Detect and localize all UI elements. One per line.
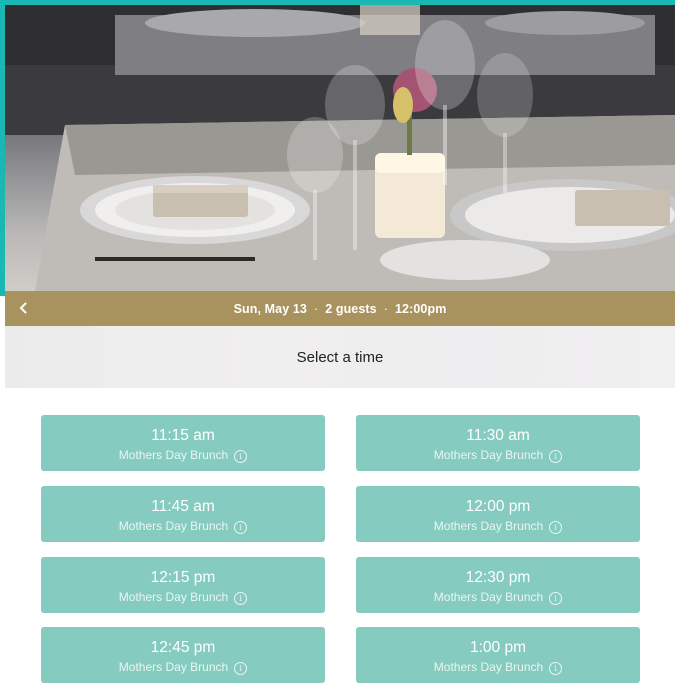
slot-label-row: Mothers Day Brunch i — [356, 660, 640, 675]
info-icon[interactable]: i — [549, 450, 563, 463]
slot-label-row: Mothers Day Brunch i — [356, 590, 640, 605]
slot-label-row: Mothers Day Brunch i — [41, 590, 325, 605]
slot-label: Mothers Day Brunch — [433, 660, 544, 674]
booking-guests: 2 guests — [325, 301, 377, 316]
slot-label-row: Mothers Day Brunch i — [356, 519, 640, 534]
page-title: Select a time — [296, 348, 384, 366]
slot-label-row: Mothers Day Brunch i — [41, 660, 325, 675]
slot-label: Mothers Day Brunch — [118, 660, 229, 674]
time-slot-button[interactable]: 12:00 pm Mothers Day Brunch i — [356, 486, 640, 542]
table-setting-illustration — [5, 5, 675, 291]
time-slot-button[interactable]: 12:30 pm Mothers Day Brunch i — [356, 557, 640, 613]
time-slot-button[interactable]: 11:15 am Mothers Day Brunch i — [41, 415, 325, 471]
info-icon[interactable]: i — [549, 662, 563, 675]
info-icon[interactable]: i — [234, 592, 248, 605]
time-slot-grid: 11:15 am Mothers Day Brunch i 11:30 am Mo… — [0, 388, 675, 699]
slot-time: 12:00 pm — [465, 498, 531, 515]
slot-time: 11:15 am — [151, 427, 215, 444]
slot-time: 12:15 pm — [150, 569, 216, 586]
slot-label: Mothers Day Brunch — [118, 590, 229, 604]
info-icon[interactable]: i — [234, 521, 248, 534]
info-icon[interactable]: i — [549, 521, 563, 534]
time-slot-button[interactable]: 11:30 am Mothers Day Brunch i — [356, 415, 640, 471]
slot-label: Mothers Day Brunch — [433, 448, 544, 462]
slot-label-row: Mothers Day Brunch i — [41, 448, 325, 463]
booking-time: 12:00pm — [394, 301, 447, 316]
chevron-left-icon — [19, 302, 27, 314]
slot-time: 1:00 pm — [469, 639, 526, 656]
booking-summary-bar: Sun, May 13 · 2 guests · 12:00pm — [5, 291, 675, 326]
slot-label-row: Mothers Day Brunch i — [356, 448, 640, 463]
separator-dot: · — [383, 301, 388, 316]
slot-label: Mothers Day Brunch — [118, 519, 229, 533]
booking-date: Sun, May 13 — [233, 301, 307, 316]
info-icon[interactable]: i — [234, 450, 248, 463]
slot-label: Mothers Day Brunch — [433, 590, 544, 604]
slot-time: 12:30 pm — [465, 569, 531, 586]
back-button[interactable] — [14, 298, 34, 318]
slot-time: 11:45 am — [151, 498, 215, 515]
slot-time: 11:30 am — [466, 427, 530, 444]
separator-dot: · — [313, 301, 319, 316]
time-slot-button[interactable]: 12:45 pm Mothers Day Brunch i — [41, 627, 325, 683]
time-slot-button[interactable]: 1:00 pm Mothers Day Brunch i — [356, 627, 640, 683]
time-slot-button[interactable]: 12:15 pm Mothers Day Brunch i — [41, 557, 325, 613]
info-icon[interactable]: i — [549, 592, 563, 605]
slot-label-row: Mothers Day Brunch i — [41, 519, 325, 534]
time-slot-button[interactable]: 11:45 am Mothers Day Brunch i — [41, 486, 325, 542]
hero-image — [5, 5, 675, 291]
select-time-header: Select a time — [5, 326, 675, 388]
slot-time: 12:45 pm — [150, 639, 216, 656]
info-icon[interactable]: i — [234, 662, 248, 675]
slot-label: Mothers Day Brunch — [118, 448, 229, 462]
slot-label: Mothers Day Brunch — [433, 519, 544, 533]
